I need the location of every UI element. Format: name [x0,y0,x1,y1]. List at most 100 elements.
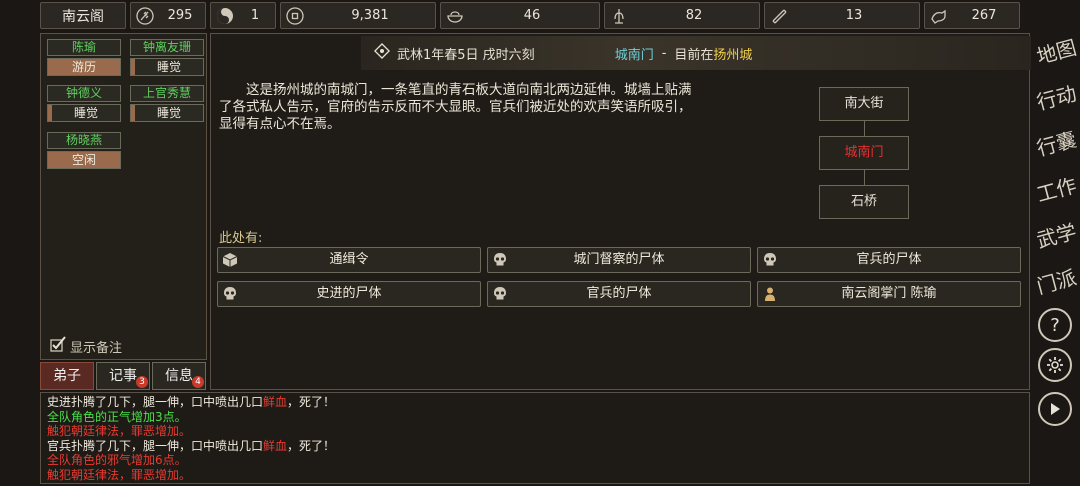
notification-badge: 3 [136,376,148,388]
entity-item[interactable]: 南云阁掌门 陈瑜 [757,281,1021,307]
menu-action-button[interactable]: 行动 [1032,73,1080,118]
member-card[interactable]: 上官秀慧 睡觉 [130,85,204,122]
location-description: 这是扬州城的南城门，一条笔直的青石板大道向南北两边延伸。城墙上贴满了各式私人告示… [219,82,692,132]
log-line: 触犯朝廷律法，罪恶增加。 [47,467,192,482]
member-card[interactable]: 杨晓燕 空闲 [47,132,121,169]
log-line: 官兵扑腾了几下，腿一伸，口中喷出几口鲜血，死了！ [47,439,1023,454]
tab-journal[interactable]: 记事 3 [96,362,150,390]
entity-label: 南云阁掌门 陈瑜 [841,286,937,301]
date-text: 武林1年春5日 戌时六刻 [397,47,535,63]
map-connector [864,121,865,136]
person-icon [762,286,778,302]
resource-value: 295 [167,8,193,23]
resource-coin[interactable]: 9,381 [280,2,436,29]
show-notes-toggle[interactable]: 显示备注 [49,336,122,356]
map-node-south[interactable]: 石桥 [819,185,909,219]
disciple-panel: 陈瑜 游历 钟离友珊 睡觉 钟德义 睡觉 上官秀慧 睡觉 杨晓燕 空闲 显示备注 [40,33,207,360]
menu-martial-button[interactable]: 武学 [1032,211,1080,256]
member-state: 睡觉 [47,104,121,122]
sect-name-button[interactable]: 南云阁 [40,2,126,29]
member-state-label: 睡觉 [73,106,98,120]
resource-value: 82 [685,8,703,23]
skull-icon [492,286,508,302]
log-line: 史进扑腾了几下，腿一伸，口中喷出几口鲜血，死了！ [47,395,1023,410]
log-highlight: 鲜血 [263,395,288,409]
game-date: 武林1年春5日 戌时六刻 [373,42,535,64]
resource-beast[interactable]: 267 [924,2,1020,29]
play-icon[interactable] [1038,392,1072,426]
skull-icon [762,252,778,268]
resource-scroll[interactable]: 13 [764,2,920,29]
compass-icon [373,42,391,64]
tab-label: 弟子 [53,368,81,384]
menu-sect-button[interactable]: 门派 [1032,257,1080,302]
scroll-icon [769,6,789,26]
log-line: 触犯朝廷律法，罪恶增加。 [47,424,192,438]
log-line: 全队角色的邪气增加6点。 [47,453,187,467]
checkbox-icon [49,336,67,356]
entity-label: 通缉令 [329,252,369,267]
member-state-label: 游历 [71,60,96,74]
member-card[interactable]: 钟德义 睡觉 [47,85,121,122]
member-state: 睡觉 [130,104,204,122]
tab-label: 记事 [109,368,137,384]
location-panel: 武林1年春5日 戌时六刻 城南门 - 目前在 扬州城 这是扬州城的南城门，一条笔… [210,33,1031,390]
event-log[interactable]: 史进扑腾了几下，腿一伸，口中喷出几口鲜血，死了！ 全队角色的正气增加3点。 触犯… [40,392,1030,484]
member-name: 上官秀慧 [130,85,204,102]
current-label: 目前在 [674,47,714,63]
entity-item[interactable]: 官兵的尸体 [757,247,1021,273]
entity-label: 官兵的尸体 [856,252,922,267]
entity-item[interactable]: 史进的尸体 [217,281,481,307]
resource-value: 1 [250,8,260,23]
member-name: 钟离友珊 [130,39,204,56]
tab-label: 信息 [165,368,193,384]
resource-wheat[interactable]: 295 [130,2,206,29]
notification-badge: 4 [192,376,204,388]
resource-value: 267 [971,8,997,23]
left-tabs: 弟子 记事 3 信息 4 [40,362,206,390]
box-icon [222,252,238,268]
log-text: ，死了！ [287,438,336,453]
menu-map-button[interactable]: 地图 [1032,27,1080,72]
here-label: 此处有: [219,231,263,246]
member-state: 游历 [47,58,121,76]
map-node-north[interactable]: 南大街 [819,87,909,121]
member-state-label: 空闲 [71,153,96,167]
resource-yinyang[interactable]: 1 [210,2,276,29]
food-bowl-icon [445,6,465,26]
tab-messages[interactable]: 信息 4 [152,362,206,390]
beast-icon [929,6,949,26]
map-node-current[interactable]: 城南门 [819,136,909,170]
entity-item[interactable]: 通缉令 [217,247,481,273]
resource-value: 13 [845,8,863,23]
city-name: 扬州城 [713,47,753,63]
gear-icon[interactable] [1038,348,1072,382]
resource-value: 46 [523,8,541,23]
member-name: 杨晓燕 [47,132,121,149]
entity-item[interactable]: 城门督察的尸体 [487,247,751,273]
yinyang-icon [215,6,235,26]
log-highlight: 鲜血 [263,438,288,453]
wheat-icon [135,6,155,26]
resource-food[interactable]: 46 [440,2,600,29]
separator: - [661,45,667,61]
member-card[interactable]: 陈瑜 游历 [47,39,121,76]
log-text: 史进扑腾了几下，腿一伸，口中喷出几口 [47,395,264,409]
member-state: 睡觉 [130,58,204,76]
member-state: 空闲 [47,151,121,169]
member-name: 钟德义 [47,85,121,102]
skull-icon [492,252,508,268]
menu-bag-button[interactable]: 行囊 [1032,119,1080,164]
entity-item[interactable]: 官兵的尸体 [487,281,751,307]
entity-label: 史进的尸体 [316,286,382,301]
sect-name: 南云阁 [62,8,104,25]
help-icon[interactable]: ? [1038,308,1072,342]
resource-herb[interactable]: 82 [604,2,760,29]
location-name: 城南门 [614,47,654,63]
menu-work-button[interactable]: 工作 [1032,165,1080,210]
resource-bar: 南云阁 295 1 9,381 46 82 13 267 [40,2,1022,29]
member-card[interactable]: 钟离友珊 睡觉 [130,39,204,76]
location-header: 武林1年春5日 戌时六刻 城南门 - 目前在 扬州城 [361,36,1031,70]
tab-disciples[interactable]: 弟子 [40,362,94,390]
member-name: 陈瑜 [47,39,121,56]
